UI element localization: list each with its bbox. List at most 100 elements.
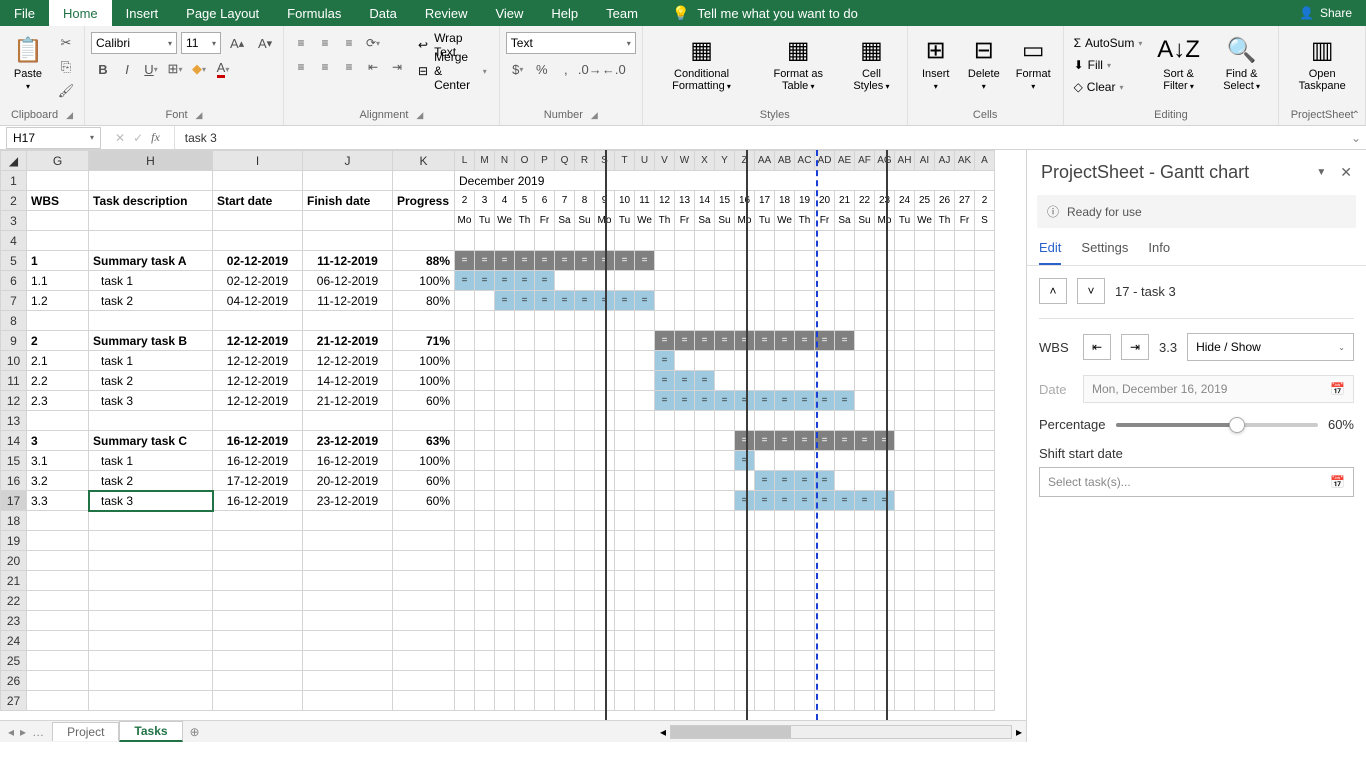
row-header-18[interactable]: 18	[1, 511, 27, 531]
row-header-24[interactable]: 24	[1, 631, 27, 651]
horizontal-scrollbar[interactable]: ◂ ▸	[656, 725, 1026, 739]
col-header-W[interactable]: W	[675, 151, 695, 171]
col-header-AG[interactable]: AG	[875, 151, 895, 171]
taskpane-close-button[interactable]: ✕	[1340, 164, 1352, 181]
col-header-AB[interactable]: AB	[775, 151, 795, 171]
formula-input[interactable]: task 3	[175, 131, 1346, 145]
row-header-3[interactable]: 3	[1, 211, 27, 231]
col-header-P[interactable]: P	[535, 151, 555, 171]
cancel-icon[interactable]: ✕	[115, 131, 125, 145]
tab-pagelayout[interactable]: Page Layout	[172, 0, 273, 26]
sheet-tab-project[interactable]: Project	[52, 722, 119, 741]
conditional-formatting-button[interactable]: ▦Conditional Formatting	[649, 32, 754, 94]
row-header-26[interactable]: 26	[1, 671, 27, 691]
row-header-11[interactable]: 11	[1, 371, 27, 391]
col-header-AJ[interactable]: AJ	[935, 151, 955, 171]
col-header-Y[interactable]: Y	[715, 151, 735, 171]
col-header-AH[interactable]: AH	[895, 151, 915, 171]
align-left-button[interactable]: ≡	[290, 56, 312, 78]
col-header-T[interactable]: T	[615, 151, 635, 171]
cell-desc-15[interactable]: task 1	[89, 451, 213, 471]
autosum-button[interactable]: ΣAutoSum▾	[1070, 32, 1147, 54]
font-name-picker[interactable]: Calibri▾	[91, 32, 177, 54]
col-header-M[interactable]: M	[475, 151, 495, 171]
paste-button[interactable]: 📋 Paste	[6, 32, 50, 94]
sheet-tab-tasks[interactable]: Tasks	[119, 721, 182, 742]
next-task-button[interactable]: ˅	[1077, 278, 1105, 304]
decrease-font-button[interactable]: A▾	[253, 32, 277, 54]
tab-insert[interactable]: Insert	[112, 0, 173, 26]
row-header-5[interactable]: 5	[1, 251, 27, 271]
sheet-nav-first[interactable]: ◂	[8, 725, 14, 739]
percent-button[interactable]: %	[530, 58, 554, 80]
col-header-I[interactable]: I	[213, 151, 303, 171]
row-header-12[interactable]: 12	[1, 391, 27, 411]
cell-desc-7[interactable]: task 2	[89, 291, 213, 311]
spreadsheet-grid[interactable]: ◢GHIJKLMNOPQRSTUVWXYZAAABACADAEAFAGAHAIA…	[0, 150, 1026, 720]
sheet-nav-prev[interactable]: ▸	[20, 725, 26, 739]
cell-desc-6[interactable]: task 1	[89, 271, 213, 291]
format-painter-button[interactable]: 🖌	[54, 80, 78, 102]
cut-button[interactable]: ✂	[54, 32, 78, 54]
row-header-4[interactable]: 4	[1, 231, 27, 251]
row-header-20[interactable]: 20	[1, 551, 27, 571]
sort-filter-button[interactable]: A↓ZSort & Filter	[1150, 32, 1206, 94]
increase-decimal-button[interactable]: .0→	[578, 58, 602, 80]
decrease-indent-button[interactable]: ⇤	[362, 56, 384, 78]
row-header-14[interactable]: 14	[1, 431, 27, 451]
align-top-button[interactable]: ≡	[290, 32, 312, 54]
col-header-A[interactable]: A	[975, 151, 995, 171]
add-sheet-button[interactable]: ⊕	[183, 725, 207, 739]
col-header-O[interactable]: O	[515, 151, 535, 171]
cell-desc-9[interactable]: Summary task B	[89, 331, 213, 351]
indent-button[interactable]: ⇥	[1121, 334, 1149, 360]
percentage-slider[interactable]	[1116, 423, 1318, 427]
align-center-button[interactable]: ≡	[314, 56, 336, 78]
col-header-Z[interactable]: Z	[735, 151, 755, 171]
clipboard-launcher[interactable]: ◢	[66, 110, 73, 121]
number-launcher[interactable]: ◢	[591, 110, 598, 121]
cell-desc-14[interactable]: Summary task C	[89, 431, 213, 451]
cell-desc-11[interactable]: task 2	[89, 371, 213, 391]
row-header-8[interactable]: 8	[1, 311, 27, 331]
row-header-13[interactable]: 13	[1, 411, 27, 431]
align-right-button[interactable]: ≡	[338, 56, 360, 78]
italic-button[interactable]: I	[115, 58, 139, 80]
col-header-V[interactable]: V	[655, 151, 675, 171]
copy-button[interactable]: ⎘	[54, 56, 78, 78]
alignment-launcher[interactable]: ◢	[416, 110, 423, 121]
fill-button[interactable]: ⬇Fill▾	[1070, 54, 1147, 76]
col-header-X[interactable]: X	[695, 151, 715, 171]
col-header-AK[interactable]: AK	[955, 151, 975, 171]
col-header-AA[interactable]: AA	[755, 151, 775, 171]
tab-home[interactable]: Home	[49, 0, 112, 26]
cell-desc-12[interactable]: task 3	[89, 391, 213, 411]
border-button[interactable]: ⊞▾	[163, 58, 187, 80]
clear-button[interactable]: ◇Clear▾	[1070, 76, 1147, 98]
tab-review[interactable]: Review	[411, 0, 482, 26]
cell-desc-10[interactable]: task 1	[89, 351, 213, 371]
row-header-22[interactable]: 22	[1, 591, 27, 611]
taskpane-tab-info[interactable]: Info	[1148, 240, 1170, 265]
row-header-7[interactable]: 7	[1, 291, 27, 311]
col-header-U[interactable]: U	[635, 151, 655, 171]
row-header-2[interactable]: 2	[1, 191, 27, 211]
row-header-10[interactable]: 10	[1, 351, 27, 371]
tab-formulas[interactable]: Formulas	[273, 0, 355, 26]
increase-indent-button[interactable]: ⇥	[386, 56, 408, 78]
taskpane-tab-edit[interactable]: Edit	[1039, 240, 1061, 265]
col-header-R[interactable]: R	[575, 151, 595, 171]
col-header-J[interactable]: J	[303, 151, 393, 171]
insert-cells-button[interactable]: ⊞Insert	[914, 32, 958, 94]
row-header-16[interactable]: 16	[1, 471, 27, 491]
currency-button[interactable]: $▾	[506, 58, 530, 80]
col-header-AC[interactable]: AC	[795, 151, 815, 171]
tab-data[interactable]: Data	[355, 0, 410, 26]
format-as-table-button[interactable]: ▦Format as Table	[758, 32, 838, 94]
hide-show-select[interactable]: Hide / Show⌄	[1187, 333, 1354, 361]
comma-button[interactable]: ,	[554, 58, 578, 80]
row-header-27[interactable]: 27	[1, 691, 27, 711]
tab-help[interactable]: Help	[537, 0, 592, 26]
share-button[interactable]: 👤 Share	[1285, 6, 1366, 20]
col-header-G[interactable]: G	[27, 151, 89, 171]
